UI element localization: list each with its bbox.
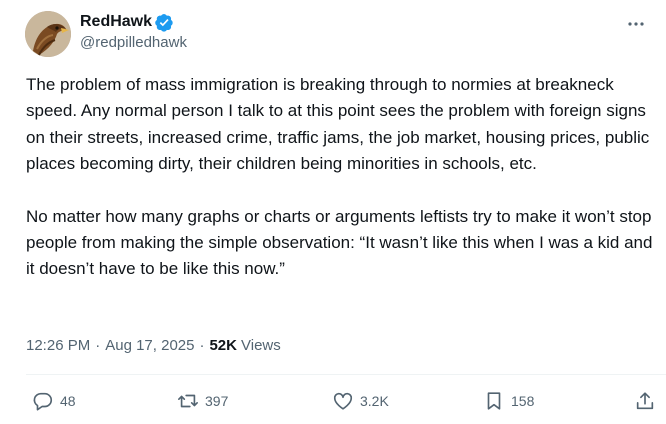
like-icon xyxy=(332,390,354,412)
tweet-time[interactable]: 12:26 PM xyxy=(26,337,90,354)
hawk-avatar-icon xyxy=(25,11,71,57)
bookmark-button[interactable]: 158 xyxy=(483,390,534,412)
like-button[interactable]: 3.2K xyxy=(332,390,389,412)
tweet-paragraph: The problem of mass immigration is break… xyxy=(26,75,650,174)
views-label[interactable]: Views xyxy=(241,337,281,354)
bookmark-count: 158 xyxy=(511,393,535,409)
more-options-icon[interactable] xyxy=(626,14,646,34)
repost-count: 397 xyxy=(205,393,229,409)
author-header: RedHawk @redpilledhawk xyxy=(80,11,187,51)
repost-button[interactable]: 397 xyxy=(177,390,228,412)
like-count: 3.2K xyxy=(360,393,389,409)
action-bar: 48 397 3.2K 158 xyxy=(0,390,666,418)
repost-icon xyxy=(177,390,199,412)
share-icon xyxy=(634,390,656,412)
meta-separator: · xyxy=(199,336,205,354)
reply-icon xyxy=(32,390,54,412)
display-name[interactable]: RedHawk xyxy=(80,13,152,31)
views-count[interactable]: 52K xyxy=(209,337,237,354)
tweet-card: RedHawk @redpilledhawk The problem of ma… xyxy=(0,0,666,424)
avatar[interactable] xyxy=(25,11,71,57)
tweet-date[interactable]: Aug 17, 2025 xyxy=(105,337,194,354)
share-button[interactable] xyxy=(634,390,656,412)
reply-count: 48 xyxy=(60,393,76,409)
author-handle[interactable]: @redpilledhawk xyxy=(80,34,187,51)
tweet-meta: 12:26 PM · Aug 17, 2025 · 52K Views xyxy=(26,335,281,355)
reply-button[interactable]: 48 xyxy=(32,390,76,412)
verified-badge-icon[interactable] xyxy=(155,13,174,32)
meta-separator: · xyxy=(95,336,101,354)
bookmark-icon xyxy=(483,390,505,412)
tweet-text: The problem of mass immigration is break… xyxy=(26,72,656,283)
tweet-paragraph: No matter how many graphs or charts or a… xyxy=(26,206,653,279)
name-row: RedHawk xyxy=(80,11,187,33)
divider xyxy=(26,374,666,375)
